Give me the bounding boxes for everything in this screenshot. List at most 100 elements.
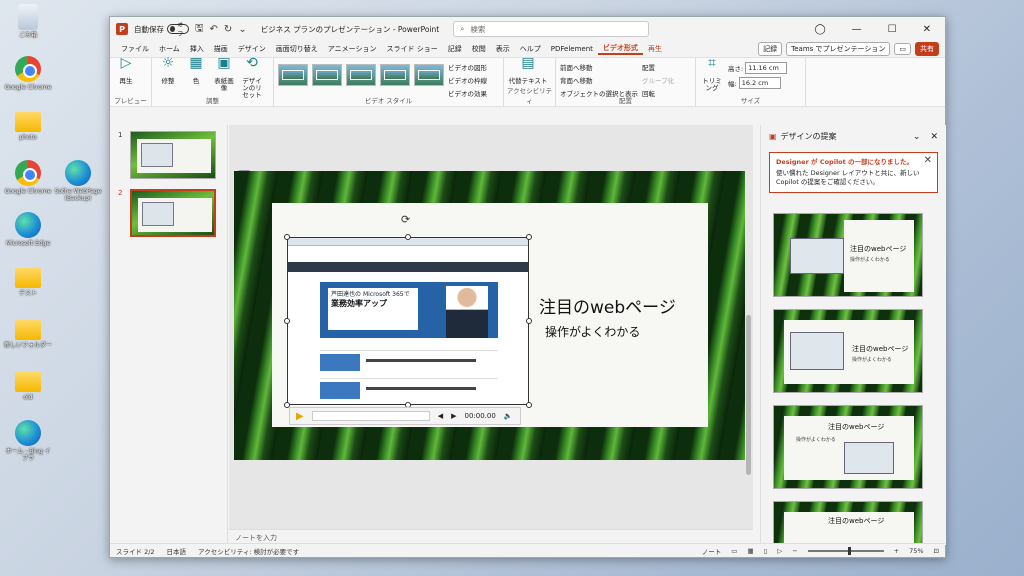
resize-handle[interactable]	[405, 234, 411, 240]
video-forward-icon[interactable]: ▶	[451, 412, 456, 420]
design-suggestion-2[interactable]: 注目のwebページ 操作がよくわかる	[773, 309, 923, 393]
autosave-toggle[interactable]: オフ	[167, 22, 189, 38]
tab-pdfelement[interactable]: PDFelement	[546, 45, 598, 53]
tab-video-format[interactable]: ビデオ形式	[597, 43, 643, 55]
height-input[interactable]: 11.16 cm	[745, 62, 788, 74]
crop-button[interactable]: ⌗ トリミング	[700, 56, 724, 92]
width-input[interactable]: 16.2 cm	[738, 77, 781, 89]
design-suggestion-3[interactable]: 注目のwebページ 操作がよくわかる	[773, 405, 923, 489]
slide-thumbnail-2[interactable]	[130, 189, 216, 237]
desktop-icon-test[interactable]: テスト	[4, 264, 52, 297]
poster-frame-button[interactable]: ▣ 表紙画像	[212, 56, 236, 92]
video-style-option[interactable]	[278, 64, 308, 86]
group-button[interactable]: グループ化	[642, 75, 674, 85]
tab-insert[interactable]: 挿入	[185, 44, 209, 54]
suggestion-video-thumbnail	[790, 238, 844, 274]
editor-scrollbar[interactable]	[745, 125, 753, 529]
play-button[interactable]: ▷ 再生	[114, 56, 138, 85]
record-button[interactable]: 記録	[758, 42, 783, 56]
slide-thumbnail-1[interactable]	[130, 131, 216, 179]
tab-home[interactable]: ホーム	[154, 44, 185, 54]
video-back-icon[interactable]: ◀	[438, 412, 443, 420]
desktop-icon-webpage-backup[interactable]: Sothe WebPage (Backup)	[54, 160, 102, 202]
tab-transitions[interactable]: 画面切り替え	[271, 44, 323, 54]
tab-animations[interactable]: アニメーション	[323, 44, 382, 54]
tab-review[interactable]: 校閲	[467, 44, 491, 54]
desktop-icon-edge[interactable]: Microsoft Edge	[4, 212, 52, 247]
desktop-icon-old[interactable]: old	[4, 368, 52, 401]
minimize-icon[interactable]: —	[852, 24, 862, 35]
align-button[interactable]: 配置	[642, 62, 674, 72]
design-suggestion-1[interactable]: 注目のwebページ 操作がよくわかる	[773, 213, 923, 297]
tab-playback[interactable]: 再生	[643, 44, 667, 54]
desktop-icon-chrome[interactable]: Google Chrome	[4, 56, 52, 91]
rotate-handle-icon[interactable]: ⟳	[401, 213, 410, 226]
normal-view-icon[interactable]: ▭	[731, 547, 737, 555]
slide-sorter-icon[interactable]: ▦	[747, 547, 753, 555]
slide-title[interactable]: 注目のwebページ	[539, 293, 676, 318]
slide-subtitle[interactable]: 操作がよくわかる	[545, 323, 640, 340]
tab-slideshow[interactable]: スライド ショー	[382, 44, 443, 54]
reset-design-button[interactable]: ⟲ デザインのリセット	[240, 56, 264, 99]
slide-canvas[interactable]: 芦田達也の Microsoft 365で 業務効率アップ ⟳ ▶ ◀ ▶ 00:…	[234, 171, 746, 460]
teams-present-button[interactable]: Teams でプレゼンテーション	[786, 42, 891, 56]
alt-text-button[interactable]: ▤ 代替テキスト	[508, 56, 548, 85]
design-suggestion-4[interactable]: 注目のwebページ	[773, 501, 923, 545]
accessibility-status[interactable]: アクセシビリティ: 検討が必要です	[198, 546, 299, 556]
resize-handle[interactable]	[526, 318, 532, 324]
desktop-icon-photo[interactable]: photo	[4, 108, 52, 141]
video-border-button[interactable]: ビデオの枠線	[448, 75, 487, 85]
brightness-button[interactable]: ☼ 修整	[156, 56, 180, 85]
maximize-icon[interactable]: ☐	[888, 24, 897, 35]
redo-icon[interactable]: ↻	[224, 24, 232, 35]
color-button[interactable]: ▦ 色	[184, 56, 208, 85]
desktop-icon-bing[interactable]: ホーム - Bing イブラ	[4, 420, 52, 462]
tab-record[interactable]: 記録	[443, 44, 467, 54]
tab-file[interactable]: ファイル	[116, 44, 154, 54]
close-icon[interactable]: ✕	[923, 24, 931, 35]
volume-icon[interactable]: 🔈	[504, 412, 513, 420]
tab-design[interactable]: デザイン	[233, 44, 271, 54]
autosave-control[interactable]: 自動保存 オフ	[134, 22, 189, 38]
account-avatar-icon[interactable]: ◯	[814, 24, 825, 35]
send-backward-button[interactable]: 背面へ移動	[560, 75, 638, 85]
comments-icon[interactable]: ▭	[894, 43, 911, 55]
notes-toggle-button[interactable]: ノート	[702, 546, 722, 556]
desktop-icon-new-folder[interactable]: 新しいフォルダー	[4, 316, 52, 349]
customize-qat-icon[interactable]: ⌄	[238, 24, 246, 35]
desktop-icon-recycle-bin[interactable]: ごみ箱	[4, 4, 52, 39]
save-icon[interactable]: 🖫	[195, 21, 204, 38]
video-play-icon[interactable]: ▶	[296, 411, 304, 422]
video-style-option[interactable]	[414, 64, 444, 86]
search-input[interactable]: ⌕ 検索	[453, 21, 650, 37]
video-seek-bar[interactable]	[311, 411, 430, 421]
zoom-level[interactable]: 75%	[909, 547, 923, 555]
video-style-option[interactable]	[346, 64, 376, 86]
video-object[interactable]: 芦田達也の Microsoft 365で 業務効率アップ	[287, 237, 529, 405]
undo-icon[interactable]: ↶	[210, 24, 218, 35]
bring-forward-button[interactable]: 前面へ移動	[560, 62, 638, 72]
chevron-down-icon[interactable]: ⌄	[913, 132, 921, 142]
resize-handle[interactable]	[526, 402, 532, 408]
tab-draw[interactable]: 描画	[209, 44, 233, 54]
slideshow-icon[interactable]: ▷	[777, 547, 782, 555]
scrollbar-thumb[interactable]	[746, 315, 751, 475]
close-pane-icon[interactable]: ✕	[930, 132, 938, 142]
language-indicator[interactable]: 日本語	[167, 546, 187, 556]
reading-view-icon[interactable]: ▯	[764, 547, 768, 555]
fit-to-window-icon[interactable]: ⊡	[934, 547, 939, 555]
zoom-out-icon[interactable]: −	[792, 547, 797, 555]
desktop-icon-chrome-2[interactable]: Google Chrome	[4, 160, 52, 195]
tab-help[interactable]: ヘルプ	[515, 44, 546, 54]
close-notice-icon[interactable]: ✕	[924, 156, 932, 166]
zoom-in-icon[interactable]: +	[894, 547, 899, 555]
share-button[interactable]: 共有	[915, 42, 939, 56]
resize-handle[interactable]	[284, 318, 290, 324]
tab-view[interactable]: 表示	[491, 44, 515, 54]
video-style-option[interactable]	[312, 64, 342, 86]
resize-handle[interactable]	[526, 234, 532, 240]
resize-handle[interactable]	[284, 234, 290, 240]
video-shape-button[interactable]: ビデオの図形	[448, 62, 487, 72]
zoom-slider[interactable]	[807, 546, 884, 555]
video-style-option[interactable]	[380, 64, 410, 86]
